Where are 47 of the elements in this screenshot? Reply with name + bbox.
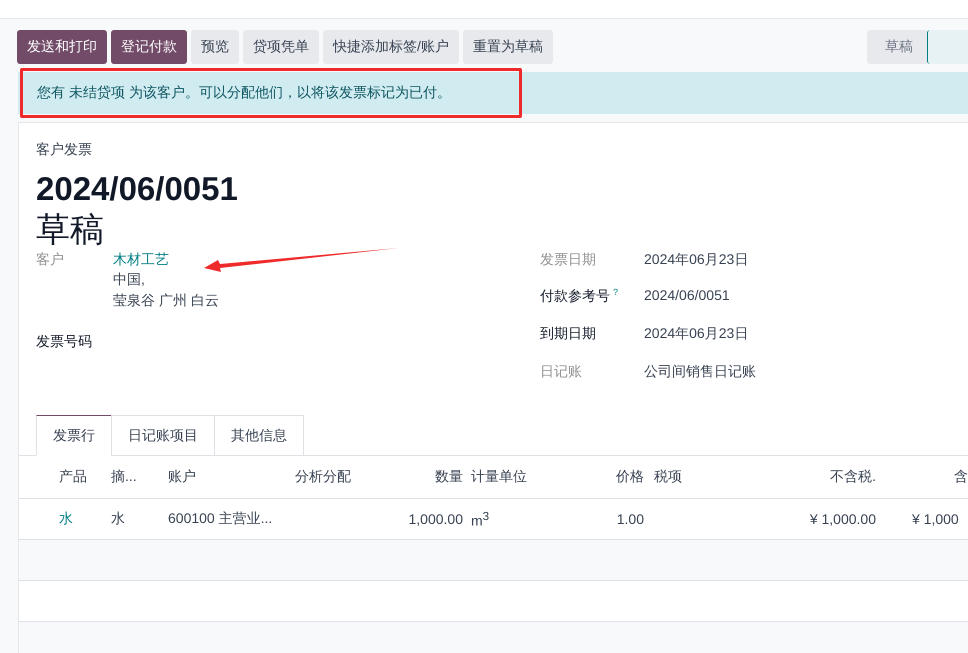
field-label: 日记账 <box>540 363 583 381</box>
table-cell-text: 1,000.00 <box>408 511 463 527</box>
invoice-number: 2024/06/0051 <box>36 169 239 209</box>
field-label: 付款参考号 $^{?}$ <box>540 287 620 306</box>
alert-text: 您有 未结贷项 为该客户。可以分配他们，以将该发票标记为已付。 <box>36 84 451 102</box>
column-header[interactable]: 分析分配 <box>281 468 351 486</box>
field-label: 到期日期 <box>540 325 597 343</box>
column-header[interactable]: 不含税. <box>759 468 876 486</box>
action-button[interactable]: 发送和打印 <box>17 30 107 64</box>
action-button[interactable]: 预览 <box>191 30 239 64</box>
invoice-state: 草稿 <box>36 210 105 251</box>
table-cell[interactable]: 水 <box>59 510 111 528</box>
action-button[interactable]: 快捷添加标签/账户 <box>323 30 459 64</box>
table-cell-text: 1.00 <box>616 511 644 527</box>
action-button[interactable]: 登记付款 <box>111 30 187 64</box>
field-label: 发票日期 <box>540 251 597 269</box>
table-cell-text: 600100 主营业... <box>168 510 274 528</box>
address-line: 莹泉谷 广州 白云 <box>113 291 220 310</box>
field-label: 客户 <box>36 251 65 269</box>
table-cell-text: ¥ 1,000.00 <box>808 511 876 527</box>
column-header[interactable]: 账户 <box>168 468 281 486</box>
column-header[interactable]: 计量单位 <box>463 468 601 486</box>
table-cell-text: m$^{3}$ <box>470 510 490 528</box>
action-button[interactable]: 贷项凭单 <box>243 30 319 64</box>
field-value: 2024年06月23日 <box>644 325 750 343</box>
tab[interactable]: 其他信息 <box>214 415 304 456</box>
document-type: 客户发票 <box>36 141 93 159</box>
field-label: 发票号码 <box>36 333 93 351</box>
status-step[interactable]: 草稿 <box>867 30 927 64</box>
column-header[interactable]: 含 <box>876 468 968 486</box>
address-line: 中国, <box>113 270 146 289</box>
table-cell-text: ¥ 1,000 <box>911 511 960 527</box>
tab[interactable]: 日记账项目 <box>111 415 215 456</box>
column-header[interactable]: 摘... <box>111 468 168 486</box>
action-button[interactable]: 重置为草稿 <box>462 30 553 64</box>
table-cell-text: 水 <box>111 510 126 528</box>
customer-link[interactable]: 木材工艺 <box>113 251 169 267</box>
field-value: 公司间销售日记账 <box>644 363 757 381</box>
help-marker[interactable]: ? <box>613 287 618 297</box>
field-value: 2024年06月23日 <box>644 251 750 269</box>
column-header[interactable]: 数量 <box>351 468 463 486</box>
column-header[interactable]: 税项 <box>644 468 759 486</box>
column-header[interactable]: 产品 <box>59 468 111 486</box>
field-value: 2024/06/0051 <box>644 287 731 303</box>
column-header[interactable]: 价格 <box>601 468 644 486</box>
tab[interactable]: 发票行 <box>36 415 112 456</box>
status-step[interactable] <box>927 30 968 64</box>
